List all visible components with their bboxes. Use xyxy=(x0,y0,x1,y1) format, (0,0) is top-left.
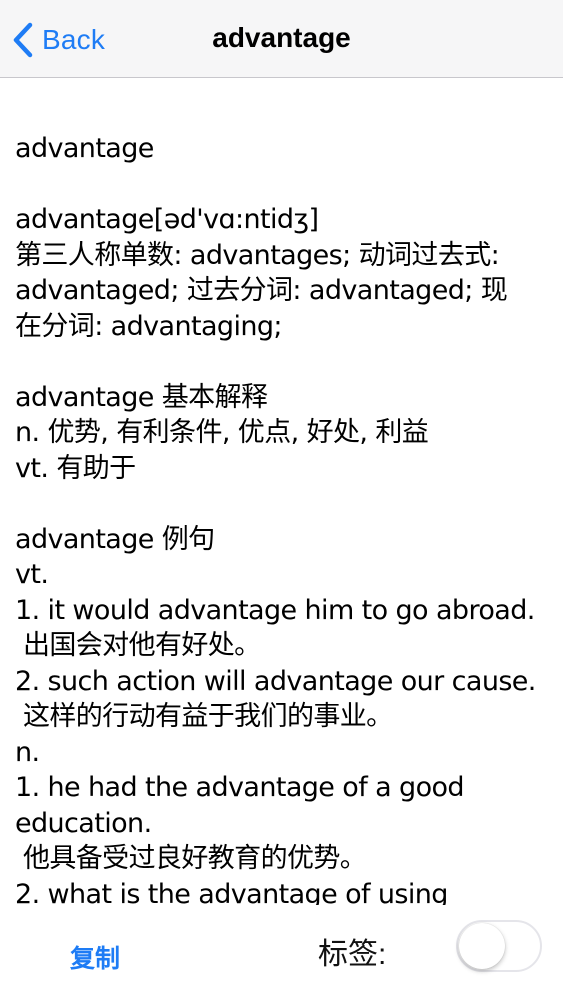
back-button[interactable]: Back xyxy=(12,20,105,60)
definition-content[interactable]: advantage advantage[əd'vɑ:ntidʒ] 第三人称单数:… xyxy=(0,79,563,905)
navigation-bar: Back advantage xyxy=(0,0,563,78)
definition-text: advantage advantage[əd'vɑ:ntidʒ] 第三人称单数:… xyxy=(15,133,536,905)
copy-button[interactable]: 复制 xyxy=(70,939,120,975)
tag-label: 标签: xyxy=(318,938,387,971)
chevron-left-icon xyxy=(13,22,33,58)
toggle-knob xyxy=(459,923,505,969)
back-button-label: Back xyxy=(42,24,106,55)
bottom-toolbar: 复制 标签: xyxy=(0,905,563,1000)
tag-toggle[interactable] xyxy=(456,920,542,972)
